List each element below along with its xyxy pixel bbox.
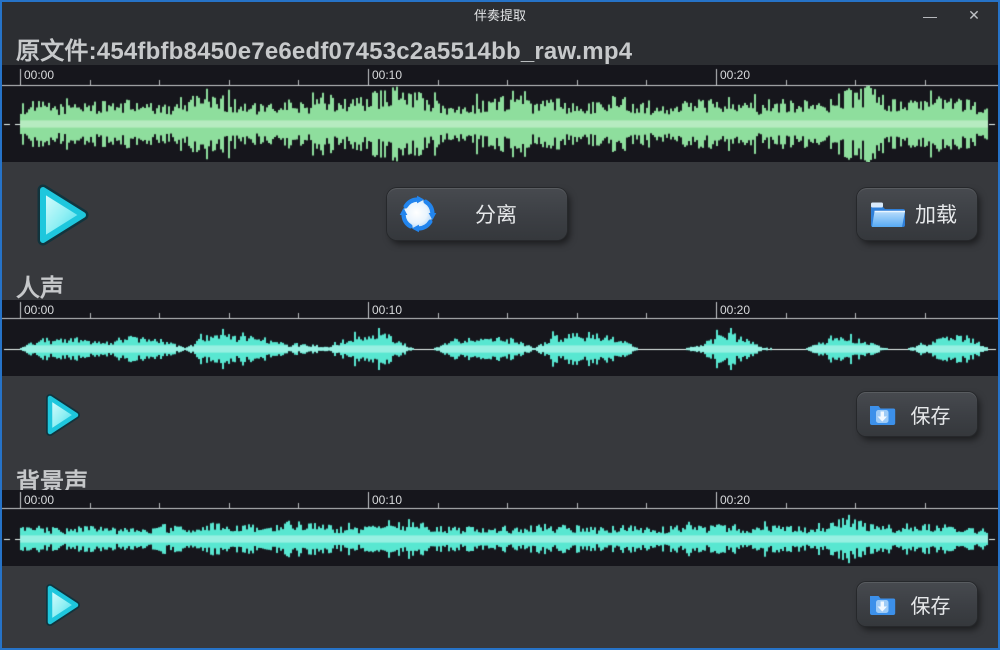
play-triangle-icon [32, 183, 92, 247]
load-button-label: 加载 [907, 199, 965, 229]
timeline-label: 00:20 [720, 303, 750, 317]
save-background-button[interactable]: 保存 [857, 582, 977, 626]
window-title: 伴奏提取 [2, 2, 998, 29]
timeline-label: 00:10 [372, 493, 402, 507]
separate-button-label: 分离 [437, 199, 555, 229]
titlebar[interactable]: 伴奏提取 — ✕ [2, 2, 998, 29]
play-button-original[interactable] [32, 183, 92, 247]
close-icon: ✕ [968, 7, 980, 24]
waveform-panel-original: 00:00 00:10 00:20 [2, 65, 998, 162]
separate-button[interactable]: 分离 [387, 188, 567, 240]
waveform-vocal[interactable] [2, 300, 998, 376]
controls-row-vocal: 保存 [2, 376, 998, 462]
timeline-label: 00:00 [24, 68, 54, 82]
controls-row-original: 分离 加载 [2, 162, 998, 268]
save-vocal-button[interactable]: 保存 [857, 392, 977, 436]
waveform-panel-vocal: 00:00 00:10 00:20 [2, 300, 998, 376]
timeline-label: 00:00 [24, 493, 54, 507]
open-folder-icon [869, 199, 907, 230]
waveform-background[interactable] [2, 490, 998, 566]
save-background-button-label: 保存 [896, 590, 965, 619]
accompaniment-extractor-window: 伴奏提取 — ✕ 原文件:454fbfb8450e7e6edf07453c2a5… [0, 0, 1000, 650]
waveform-panel-background: 00:00 00:10 00:20 [2, 490, 998, 566]
vocal-section-title: 人声 [16, 268, 64, 303]
source-file-label: 原文件:454fbfb8450e7e6edf07453c2a5514bb_raw… [16, 31, 632, 66]
play-triangle-icon [42, 582, 82, 628]
play-triangle-icon [42, 392, 82, 438]
timeline-label: 00:10 [372, 303, 402, 317]
minimize-icon: — [923, 8, 937, 24]
source-file-header: 原文件:454fbfb8450e7e6edf07453c2a5514bb_raw… [2, 29, 998, 65]
play-button-background[interactable] [42, 582, 82, 628]
load-button[interactable]: 加载 [857, 188, 977, 240]
timeline-label: 00:20 [720, 68, 750, 82]
timeline-label: 00:10 [372, 68, 402, 82]
save-to-folder-icon [869, 593, 896, 616]
play-button-vocal[interactable] [42, 392, 82, 438]
sync-arrows-icon [399, 195, 437, 233]
controls-row-background: 保存 [2, 566, 998, 648]
save-to-folder-icon [869, 403, 896, 426]
timeline-label: 00:20 [720, 493, 750, 507]
save-vocal-button-label: 保存 [896, 400, 965, 429]
close-button[interactable]: ✕ [956, 2, 992, 29]
timeline-label: 00:00 [24, 303, 54, 317]
minimize-button[interactable]: — [912, 2, 948, 29]
waveform-original[interactable] [2, 65, 998, 162]
